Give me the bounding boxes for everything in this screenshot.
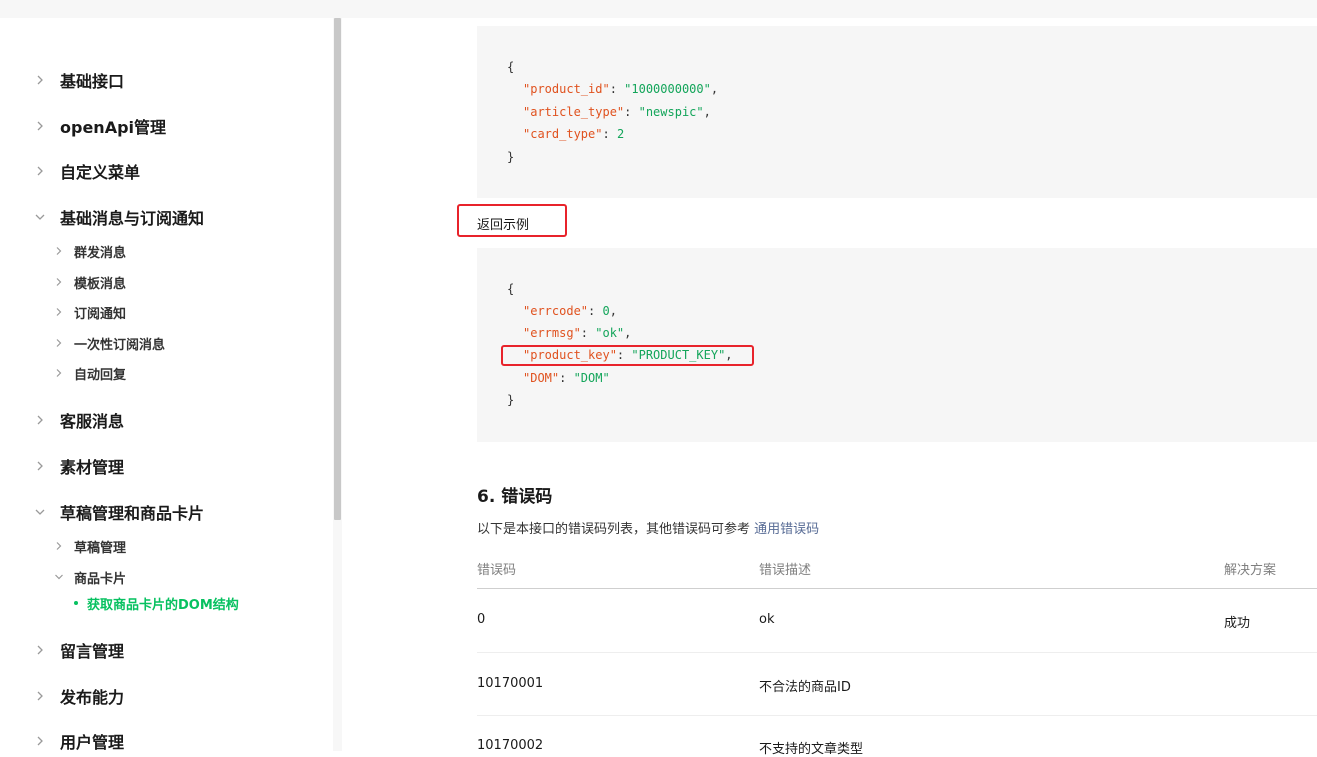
chevron-down-icon xyxy=(35,214,45,220)
sidebar-subitem-label: 草稿管理 xyxy=(74,540,127,556)
sidebar-item-basic-api[interactable]: 基础接口 xyxy=(0,65,333,95)
code-line: "article_type": "newspic", xyxy=(523,105,711,119)
sidebar-item-label: 用户管理 xyxy=(60,733,125,751)
sidebar-item-label: 基础接口 xyxy=(60,72,125,91)
table-header-divider xyxy=(477,588,1317,589)
top-bar xyxy=(0,0,1317,19)
error-codes-description: 以下是本接口的错误码列表，其他错误码可参考 通用错误码 xyxy=(477,518,819,537)
error-codes-heading: 6. 错误码 xyxy=(477,487,553,507)
chevron-right-icon xyxy=(56,369,62,377)
sidebar-item-publish[interactable]: 发布能力 xyxy=(0,681,333,711)
sidebar-item-customer-service[interactable]: 客服消息 xyxy=(0,405,333,435)
annotation-box-product-key xyxy=(501,345,754,366)
chevron-right-icon xyxy=(37,461,43,471)
chevron-right-icon xyxy=(37,166,43,176)
cell-error-description: ok xyxy=(759,612,775,627)
sidebar-subitem-label: 一次性订阅消息 xyxy=(74,337,166,353)
cell-error-description: 不合法的商品ID xyxy=(759,680,851,695)
chevron-right-icon xyxy=(37,75,43,85)
active-nav-label: 获取商品卡片的DOM结构 xyxy=(87,597,239,613)
chevron-right-icon xyxy=(37,645,43,655)
chevron-right-icon xyxy=(37,121,43,131)
code-line: "errcode": 0, xyxy=(523,304,617,318)
sidebar-item-materials[interactable]: 素材管理 xyxy=(0,451,333,481)
sidebar-subitem-template-message[interactable]: 模板消息 xyxy=(0,267,333,297)
cell-error-description: 不支持的文章类型 xyxy=(759,742,864,757)
chevron-right-icon xyxy=(37,415,43,425)
sidebar-scrollbar[interactable] xyxy=(333,18,342,751)
sidebar-item-drafts-product-cards[interactable]: 草稿管理和商品卡片 xyxy=(0,497,333,527)
column-header-code: 错误码 xyxy=(477,563,517,578)
sidebar-item-label: openApi管理 xyxy=(60,118,167,137)
code-line: } xyxy=(507,150,515,164)
sidebar-item-label: 发布能力 xyxy=(60,688,125,707)
sidebar-item-label: 自定义菜单 xyxy=(60,163,141,182)
code-line: "errmsg": "ok", xyxy=(523,326,632,340)
cell-error-code: 10170001 xyxy=(477,676,544,691)
sidebar-subitem-one-time-subscribe[interactable]: 一次性订阅消息 xyxy=(0,328,333,358)
sidebar-item-basic-messages[interactable]: 基础消息与订阅通知 xyxy=(0,202,333,232)
sidebar-subitem-label: 模板消息 xyxy=(74,276,127,292)
scrollbar-thumb[interactable] xyxy=(334,18,341,520)
sidebar-item-label: 素材管理 xyxy=(60,458,125,477)
chevron-right-icon xyxy=(56,247,62,255)
active-dot-icon xyxy=(74,601,78,605)
sidebar-item-label: 基础消息与订阅通知 xyxy=(60,209,205,228)
sidebar-item-custom-menu[interactable]: 自定义菜单 xyxy=(0,156,333,186)
chevron-right-icon xyxy=(56,278,62,286)
code-line: { xyxy=(507,60,515,74)
sidebar-subitem-label: 订阅通知 xyxy=(74,306,127,322)
cell-solution: 成功 xyxy=(1224,616,1251,631)
code-line: { xyxy=(507,282,515,296)
sidebar-item-openapi[interactable]: openApi管理 xyxy=(0,111,333,141)
sidebar-subitem-drafts[interactable]: 草稿管理 xyxy=(0,531,333,561)
request-example-code: { "product_id": "1000000000", "article_t… xyxy=(477,26,1317,198)
sidebar-item-comments[interactable]: 留言管理 xyxy=(0,635,333,665)
sidebar-subitem-auto-reply[interactable]: 自动回复 xyxy=(0,358,333,388)
sidebar-item-user-management[interactable]: 用户管理 xyxy=(0,726,333,751)
annotation-box-return-label xyxy=(457,204,567,237)
general-error-codes-link[interactable]: 通用错误码 xyxy=(754,522,819,537)
sidebar-subitem-mass-message[interactable]: 群发消息 xyxy=(0,236,333,266)
chevron-right-icon xyxy=(56,339,62,347)
description-text: 以下是本接口的错误码列表，其他错误码可参考 xyxy=(477,522,755,537)
sidebar-subitem-label: 自动回复 xyxy=(74,367,127,383)
sidebar-subitem-get-product-card-dom[interactable]: 获取商品卡片的DOM结构 xyxy=(0,588,333,618)
sidebar-item-label: 草稿管理和商品卡片 xyxy=(60,504,205,523)
cell-error-code: 0 xyxy=(477,612,486,627)
chevron-right-icon xyxy=(37,736,43,746)
chevron-right-icon xyxy=(37,691,43,701)
code-line: "DOM": "DOM" xyxy=(523,371,610,385)
chevron-down-icon xyxy=(55,574,63,580)
chevron-right-icon xyxy=(56,308,62,316)
active-nav-link: 获取商品卡片的DOM结构 xyxy=(74,594,239,613)
column-header-description: 错误描述 xyxy=(759,563,812,578)
sidebar-item-label: 留言管理 xyxy=(60,642,125,661)
sidebar-subitem-label: 群发消息 xyxy=(74,245,127,261)
chevron-right-icon xyxy=(56,542,62,550)
sidebar-nav: 基础接口 openApi管理 自定义菜单 基础消息与订阅通知 群发消息 模板消息… xyxy=(0,18,333,751)
sidebar-subitem-label: 商品卡片 xyxy=(74,571,127,587)
sidebar-subitem-subscribe-notice[interactable]: 订阅通知 xyxy=(0,297,333,327)
sidebar-item-label: 客服消息 xyxy=(60,412,125,431)
code-line: "product_id": "1000000000", xyxy=(523,82,719,96)
chevron-down-icon xyxy=(35,509,45,515)
column-header-solution: 解决方案 xyxy=(1224,563,1277,578)
code-line: "card_type": 2 xyxy=(523,127,625,141)
code-line: } xyxy=(507,393,515,407)
row-divider xyxy=(477,715,1317,716)
row-divider xyxy=(477,652,1317,653)
